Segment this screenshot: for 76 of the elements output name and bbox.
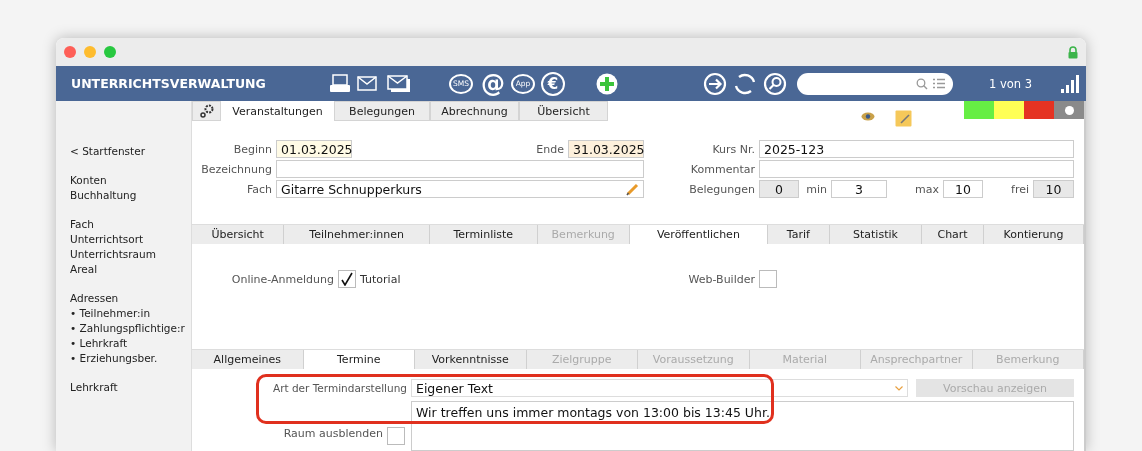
sidebar-item[interactable]: • Zahlungspflichtige:r	[70, 322, 191, 334]
eye-icon[interactable]	[861, 112, 875, 121]
status-toggle[interactable]	[1054, 101, 1084, 119]
sidebar-item[interactable]: Konten	[70, 174, 191, 186]
field-label: Ende	[535, 142, 564, 156]
main-tab[interactable]: Belegungen	[334, 101, 430, 121]
sidebar-item[interactable]: Fach	[70, 218, 191, 230]
envelopes-icon[interactable]	[387, 74, 411, 93]
input-field[interactable]	[276, 160, 644, 178]
date-field[interactable]: 31.03.2025	[568, 140, 644, 158]
sidebar-item[interactable]: Adressen	[70, 292, 191, 304]
envelope-icon[interactable]	[357, 76, 377, 91]
status-color-swatch[interactable]	[994, 101, 1024, 119]
checkbox[interactable]	[387, 427, 405, 445]
list-icon[interactable]	[933, 78, 945, 89]
sidebar-item[interactable]: • Erziehungsber.	[70, 352, 191, 364]
sidebar-item[interactable]: < Startfenster	[70, 145, 191, 157]
main-tab[interactable]: Abrechnung	[430, 101, 519, 121]
field-label: Fach	[245, 182, 272, 196]
checkbox[interactable]	[759, 270, 777, 288]
field-label: Online-Anmeldung	[230, 272, 334, 286]
sidebar-item[interactable]: Unterrichtsraum	[70, 248, 191, 260]
field-label: Kurs Nr.	[711, 142, 755, 156]
checkbox[interactable]	[338, 270, 356, 288]
section-tab[interactable]: Veröffentlichen	[629, 225, 768, 244]
sidebar-item[interactable]: Lehrkraft	[70, 381, 191, 393]
count-field: 10	[1033, 180, 1074, 198]
input-field[interactable]: 2025-123	[759, 140, 1074, 158]
field-label: frei	[1010, 182, 1029, 196]
settings-button[interactable]	[192, 101, 221, 121]
field-label: max	[914, 182, 939, 196]
text-area[interactable]: Wir treffen uns immer montags von 13:00 bis 13:45 Uhr.	[411, 401, 1074, 451]
input-field[interactable]	[759, 160, 1074, 178]
record-counter: 1 von 3	[989, 76, 1034, 91]
printer-icon[interactable]	[329, 73, 351, 94]
close-button[interactable]	[64, 46, 76, 58]
sidebar-item[interactable]: • Teilnehmer:in	[70, 307, 191, 319]
app-title: UNTERRICHTSVERWALTUNG	[71, 76, 267, 91]
gear-icon	[199, 104, 214, 118]
email-button[interactable]: @	[481, 71, 505, 96]
pencil-icon[interactable]	[626, 182, 639, 196]
lock-icon	[1068, 45, 1078, 59]
sidebar-item[interactable]: Unterrichtsort	[70, 233, 191, 245]
field-label: Raum ausblenden	[282, 427, 383, 440]
sidebar-item[interactable]: Areal	[70, 263, 191, 275]
date-field[interactable]: 01.03.2025	[276, 140, 352, 158]
note-icon[interactable]	[895, 110, 912, 127]
status-color-swatch[interactable]	[964, 101, 994, 119]
refresh-icon[interactable]	[733, 71, 757, 96]
sidebar-item[interactable]: • Lehrkraft	[70, 337, 191, 349]
field-label: Web-Builder	[687, 272, 755, 286]
sidebar-item[interactable]: Buchhaltung	[70, 189, 191, 201]
zoom-button[interactable]	[104, 46, 116, 58]
dropdown[interactable]: Eigener Text	[411, 379, 908, 397]
arrow-right-icon[interactable]	[703, 71, 727, 96]
sub-tab[interactable]: Termine	[303, 350, 415, 369]
search-field[interactable]	[797, 72, 953, 95]
count-field: 0	[759, 180, 799, 198]
field-label: Beginn	[232, 142, 272, 156]
status-color-swatch[interactable]	[1024, 101, 1054, 119]
signal-bars-icon	[1061, 74, 1079, 93]
input-field[interactable]: 3	[831, 180, 887, 198]
field-label: Kommentar	[689, 162, 755, 176]
chevron-down-icon	[895, 385, 903, 391]
search-icon	[916, 77, 928, 90]
field-label: Art der Termindarstellung	[271, 382, 407, 394]
field-label: Belegungen	[688, 182, 755, 196]
input-field[interactable]: 10	[943, 180, 983, 198]
search-icon[interactable]	[763, 71, 787, 96]
input-field[interactable]: Gitarre Schnupperkurs	[276, 180, 644, 198]
main-tab[interactable]: Übersicht	[519, 101, 608, 121]
field-label: Bezeichnung	[200, 162, 272, 176]
euro-button[interactable]: €	[541, 71, 565, 96]
add-icon[interactable]	[595, 71, 619, 96]
field-label: min	[805, 182, 827, 196]
tutorial-link[interactable]: Tutorial	[360, 272, 401, 286]
